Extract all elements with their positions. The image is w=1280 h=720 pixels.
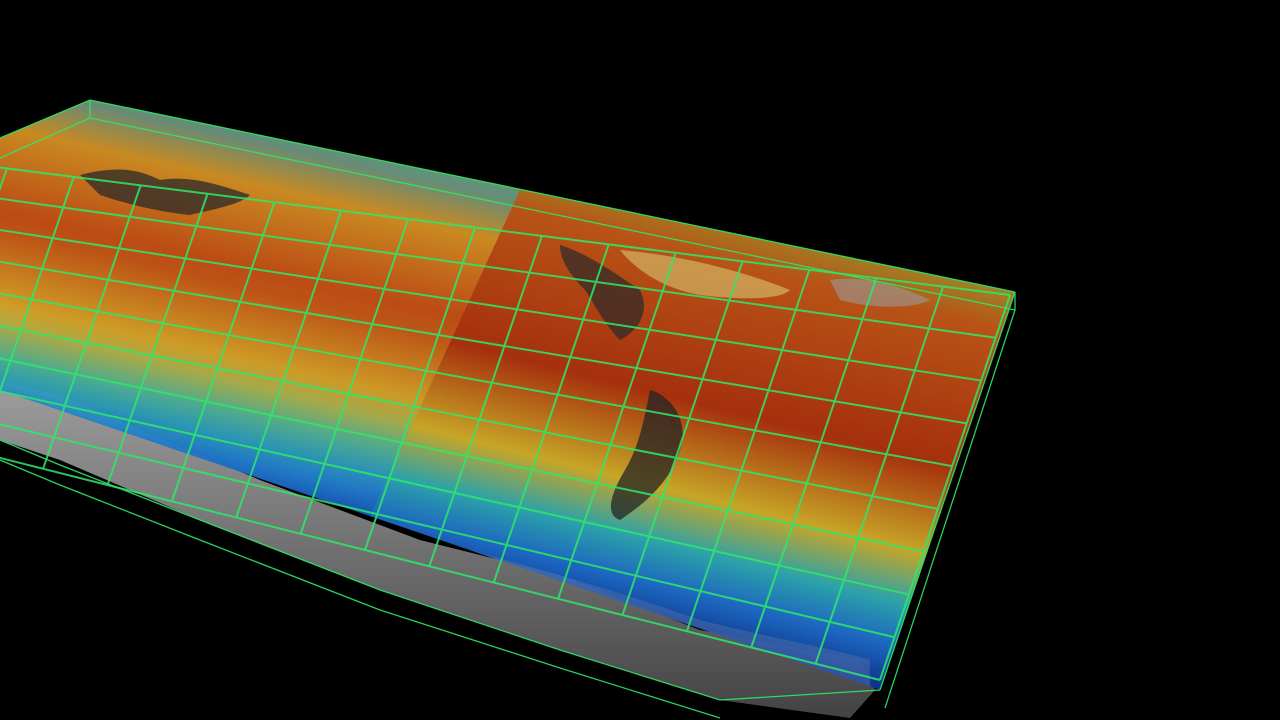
3d-viewport[interactable] (0, 0, 1280, 720)
volume-rendering-canvas[interactable] (0, 0, 1280, 720)
